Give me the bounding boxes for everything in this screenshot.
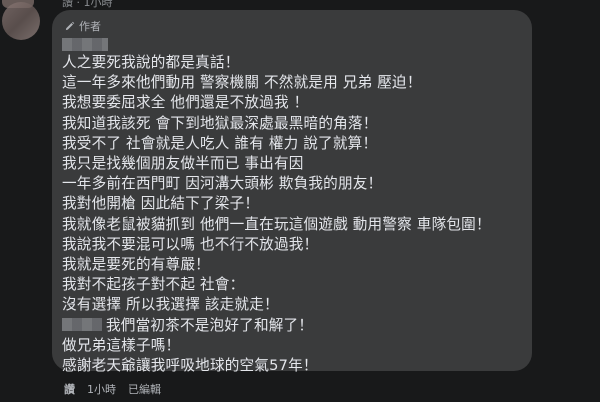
edited-label: 已編輯 — [128, 383, 161, 396]
pencil-icon — [65, 21, 75, 30]
timestamp-link[interactable]: 1小時 — [87, 381, 116, 397]
like-button[interactable]: 讚 — [64, 381, 75, 397]
previous-comment-strip: 讚 · 1小時 — [0, 0, 600, 9]
comment-line: 感謝老天爺讓我呼吸地球的空氣57年！ — [62, 357, 318, 375]
comment-bubble: 作者 人之要死我說的都是真話！ 這一年多來他們動用 警察機關 不然就是用 兄弟 … — [52, 10, 532, 374]
comment-line-with-mention: 我們當初茶不是泡好了和解了！ — [62, 316, 491, 336]
comment-line: 沒有選擇 所以我選擇 該走就走！ — [62, 296, 279, 314]
comment-line-text: 我們當初茶不是泡好了和解了！ — [106, 316, 314, 334]
comment-line: 做兄弟這樣子嗎！ — [62, 336, 181, 354]
author-badge-row: 作者 — [64, 19, 101, 33]
author-name-redacted[interactable] — [62, 38, 108, 51]
comment-line: 我只是找幾個朋友做半而已 事出有因 — [62, 155, 304, 173]
comment-line: 一年多前在西門町 因河溝大頭彬 欺負我的朋友！ — [62, 175, 383, 193]
comment-line: 我說我不要混可以嗎 也不行不放過我！ — [62, 235, 319, 253]
comment-line: 我知道我該死 會下到地獄最深處最黑暗的角落！ — [62, 114, 378, 132]
comment-line: 我就是要死的有尊嚴！ — [62, 256, 210, 274]
comment-line: 我想要委屈求全 他們還是不放過我 ！ — [62, 94, 309, 112]
comment-line: 我對他開槍 因此結下了梁子！ — [62, 195, 260, 213]
comment-line: 我就像老鼠被貓抓到 他們一直在玩這個遊戲 動用警察 車隊包圍！ — [62, 215, 491, 233]
comment-line: 這一年多來他們動用 警察機關 不然就是用 兄弟 壓迫！ — [62, 74, 422, 92]
comment-line: 人之要死我說的都是真話！ — [62, 54, 240, 71]
mention-redacted[interactable] — [62, 317, 102, 331]
previous-actions: 讚 · 1小時 — [62, 0, 113, 9]
author-badge: 作者 — [79, 20, 101, 33]
comment-line: 我受不了 社會就是人吃人 誰有 權力 說了就算！ — [62, 134, 378, 152]
avatar[interactable] — [2, 2, 40, 40]
comment-actions: 讚 1小時 已編輯 — [64, 381, 161, 397]
comment-text: 人之要死我說的都是真話！ 這一年多來他們動用 警察機關 不然就是用 兄弟 壓迫！… — [62, 53, 491, 376]
comment-line: 我對不起孩子對不起 社會： — [62, 276, 245, 294]
